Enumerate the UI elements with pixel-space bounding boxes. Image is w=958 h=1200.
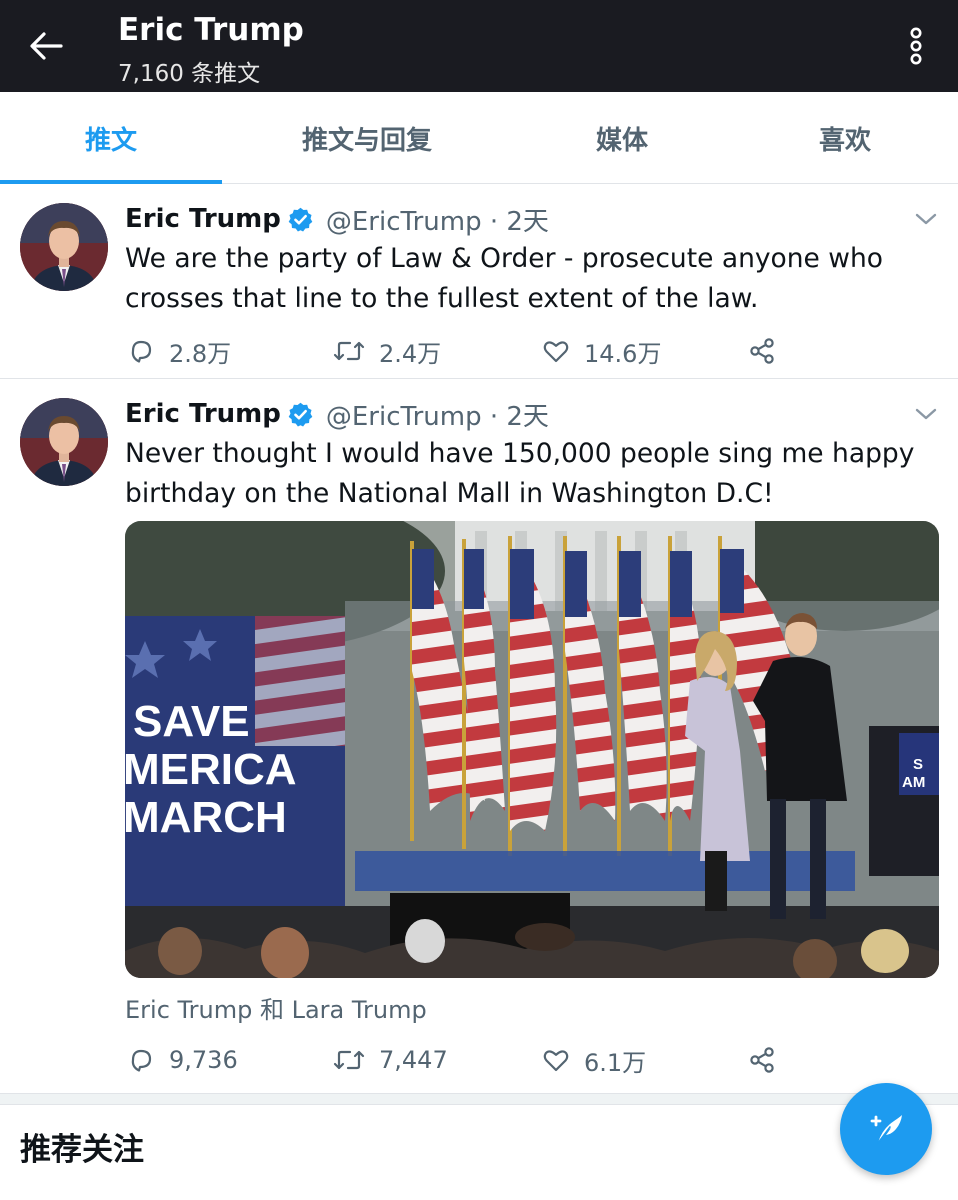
reply-count: 2.8万: [169, 339, 232, 368]
banner-line-2: MERICA: [125, 745, 297, 794]
reply-count: 9,736: [169, 1046, 238, 1074]
retweet-count: 2.4万: [379, 339, 442, 368]
retweet-icon: [333, 1050, 365, 1070]
tweet-count: 7,160 条推文: [118, 61, 261, 87]
tab-tweets-and-replies[interactable]: 推文与回复: [222, 92, 512, 184]
author-handle-time[interactable]: @EricTrump · 2天: [326, 396, 549, 433]
tweet-actions: 9,736 7,447 6.1万: [125, 1040, 815, 1080]
author-handle-time[interactable]: @EricTrump · 2天: [326, 201, 549, 238]
retweet-button[interactable]: 2.4万: [333, 331, 441, 371]
tab-tweets[interactable]: 推文: [0, 92, 222, 184]
banner-line-1: SAVE: [133, 697, 250, 746]
podium-sign-2: AM: [902, 774, 925, 791]
more-options-button[interactable]: [896, 24, 936, 68]
tweet[interactable]: Eric Trump @EricTrump · 2天 Never thought…: [0, 380, 958, 1093]
like-count: 6.1万: [584, 1048, 647, 1077]
back-arrow-icon: [30, 32, 63, 60]
chevron-down-icon[interactable]: [910, 203, 942, 235]
like-count: 14.6万: [584, 339, 662, 368]
like-button[interactable]: 6.1万: [542, 1040, 646, 1080]
compose-tweet-button[interactable]: [840, 1083, 932, 1175]
like-button[interactable]: 14.6万: [542, 331, 661, 371]
tweet-text: Never thought I would have 150,000 peopl…: [125, 438, 915, 509]
avatar-image: [20, 398, 108, 486]
reply-button[interactable]: 2.8万: [127, 331, 231, 371]
podium-sign-1: S: [913, 756, 923, 773]
retweet-count: 7,447: [379, 1046, 448, 1074]
chevron-down-icon[interactable]: [910, 398, 942, 430]
retweet-button[interactable]: 7,447: [333, 1040, 448, 1080]
tweet-header: Eric Trump @EricTrump · 2天: [125, 396, 549, 432]
like-icon: [543, 1050, 569, 1072]
tweet-header: Eric Trump @EricTrump · 2天: [125, 201, 549, 237]
tweet-photo[interactable]: SAVE MERICA MARCH S AM: [125, 521, 939, 978]
profile-tabs: 推文 推文与回复 媒体 喜欢: [0, 92, 958, 184]
top-app-bar: Eric Trump 7,160 条推文: [0, 0, 958, 92]
tweet-text: We are the party of Law & Order - prosec…: [125, 243, 883, 314]
banner-line-3: MARCH: [125, 793, 287, 842]
share-icon: [750, 338, 774, 364]
verified-badge-icon: [288, 207, 313, 232]
tab-likes[interactable]: 喜欢: [732, 92, 958, 184]
reply-button[interactable]: 9,736: [127, 1040, 238, 1080]
retweet-icon: [333, 341, 365, 361]
who-to-follow-heading: 推荐关注: [20, 1132, 144, 1168]
rally-photo: SAVE MERICA MARCH S AM: [125, 521, 939, 978]
tagged-users[interactable]: Eric Trump 和 Lara Trump: [125, 990, 427, 1025]
avatar[interactable]: [20, 203, 108, 291]
back-button[interactable]: [24, 26, 68, 66]
avatar[interactable]: [20, 398, 108, 486]
section-divider: [0, 1093, 958, 1105]
share-icon: [750, 1047, 774, 1073]
reply-icon: [131, 1049, 152, 1072]
more-vertical-icon: [910, 27, 922, 65]
author-name[interactable]: Eric Trump: [125, 399, 281, 429]
profile-title: Eric Trump: [118, 12, 304, 48]
compose-feather-icon: [870, 1115, 902, 1144]
reply-icon: [131, 340, 152, 363]
like-icon: [543, 341, 569, 363]
avatar-image: [20, 203, 108, 291]
verified-badge-icon: [288, 402, 313, 427]
author-name[interactable]: Eric Trump: [125, 204, 281, 234]
tweet[interactable]: Eric Trump @EricTrump · 2天 We are the pa…: [0, 185, 958, 379]
tweet-actions: 2.8万 2.4万 14.6万: [125, 331, 815, 371]
share-button[interactable]: [749, 1040, 777, 1080]
share-button[interactable]: [749, 331, 777, 371]
tab-media[interactable]: 媒体: [512, 92, 732, 184]
